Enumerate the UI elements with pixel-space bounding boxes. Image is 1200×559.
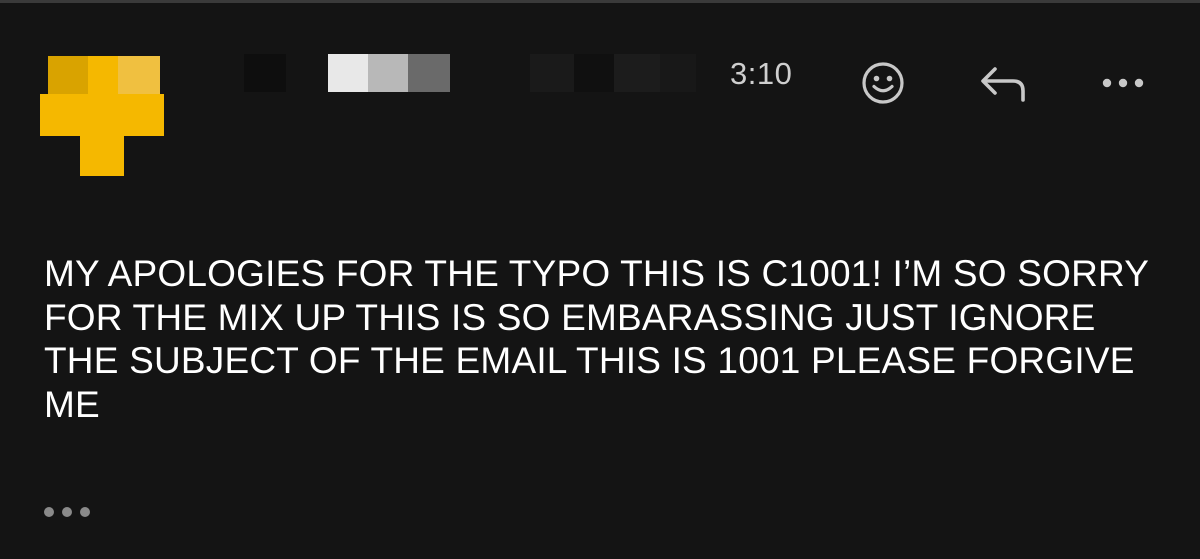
emoji-reaction-button[interactable]	[858, 58, 908, 108]
sender-name-redacted	[530, 54, 574, 92]
sender-avatar[interactable]	[40, 52, 166, 176]
more-options-icon	[1102, 78, 1144, 88]
avatar-pixel	[88, 56, 118, 96]
avatar-pixel	[48, 56, 88, 94]
emoji-reaction-icon	[862, 62, 904, 104]
sender-name-redacted	[408, 54, 450, 92]
sender-name-redacted	[660, 54, 696, 92]
sender-name-redacted	[368, 54, 408, 92]
ellipsis-dot	[62, 507, 72, 517]
show-trimmed-content-button[interactable]	[44, 502, 98, 522]
message-body: MY APOLOGIES FOR THE TYPO THIS IS C1001!…	[44, 253, 1149, 425]
message-time: 3:10	[730, 56, 793, 91]
avatar-pixel	[80, 136, 124, 176]
sender-name-redacted	[328, 54, 368, 92]
top-divider	[0, 0, 1200, 3]
more-options-button[interactable]	[1096, 66, 1150, 100]
sender-name-redacted	[244, 54, 286, 92]
reply-button[interactable]	[976, 58, 1032, 108]
sender-name-redacted	[574, 54, 614, 92]
reply-icon	[981, 67, 1025, 102]
sender-name-redacted	[614, 54, 660, 92]
ellipsis-dot	[44, 507, 54, 517]
avatar-pixel	[118, 56, 160, 96]
ellipsis-dot	[80, 507, 90, 517]
avatar-pixel	[40, 94, 164, 136]
